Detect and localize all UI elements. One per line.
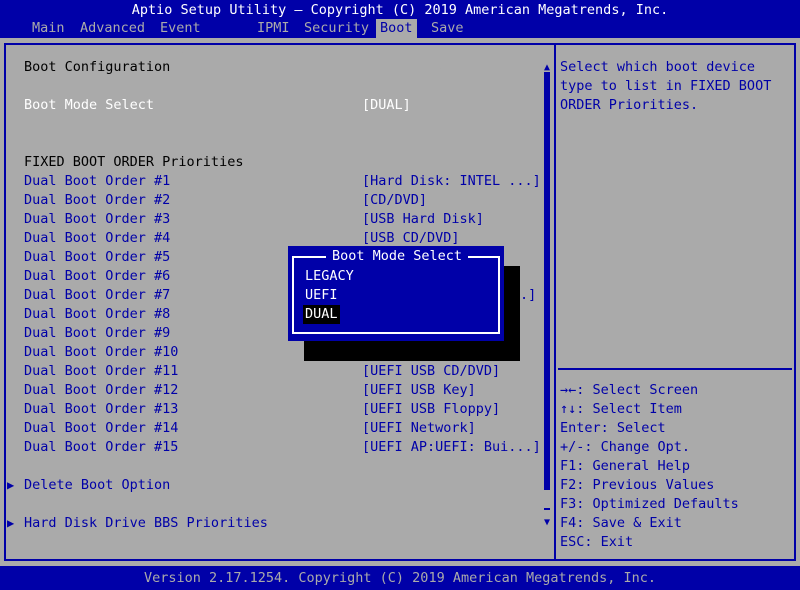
key-hint-f2: F2: Previous Values	[560, 477, 715, 493]
boot-order-12-value[interactable]: [UEFI USB Key]	[362, 381, 476, 400]
boot-order-2-label[interactable]: Dual Boot Order #2	[24, 191, 170, 210]
submenu-arrow-icon: ▶	[7, 516, 15, 530]
boot-order-11-value[interactable]: [UEFI USB CD/DVD]	[362, 362, 500, 381]
boot-order-6-label[interactable]: Dual Boot Order #6	[24, 267, 170, 286]
popup-option-uefi[interactable]: UEFI	[303, 286, 340, 305]
app-title: Aptio Setup Utility – Copyright (C) 2019…	[131, 2, 669, 18]
help-divider	[558, 368, 792, 370]
boot-order-7-value[interactable]: .]	[520, 286, 536, 305]
tab-event-logs[interactable]: Event Logs	[156, 19, 205, 55]
help-text-line: type to list in FIXED BOOT	[560, 78, 772, 94]
popup-option-dual[interactable]: DUAL	[303, 305, 340, 324]
popup-option-legacy[interactable]: LEGACY	[303, 267, 356, 286]
scrollbar-thumb[interactable]	[544, 490, 550, 508]
boot-mode-popup: Boot Mode Select LEGACY UEFI DUAL	[288, 246, 504, 341]
key-hint-esc: ESC: Exit	[560, 534, 634, 550]
fixed-boot-order-heading: FIXED BOOT ORDER Priorities	[24, 154, 244, 170]
footer-bar: Version 2.17.1254. Copyright (C) 2019 Am…	[0, 566, 800, 590]
boot-order-15-value[interactable]: [UEFI AP:UEFI: Bui...]	[362, 438, 541, 457]
boot-order-5-label[interactable]: Dual Boot Order #5	[24, 248, 170, 267]
boot-mode-value[interactable]: [DUAL]	[362, 96, 411, 115]
boot-order-13-label[interactable]: Dual Boot Order #13	[24, 400, 178, 419]
scroll-down-arrow-icon[interactable]: ▼	[541, 513, 553, 532]
boot-order-14-value[interactable]: [UEFI Network]	[362, 419, 476, 438]
header-bar: Aptio Setup Utility – Copyright (C) 2019…	[0, 0, 800, 74]
help-text-line: ORDER Priorities.	[560, 97, 699, 113]
scrollbar-track[interactable]	[544, 72, 550, 510]
boot-order-11-label[interactable]: Dual Boot Order #11	[24, 362, 178, 381]
key-hint-f1: F1: General Help	[560, 458, 691, 474]
key-hint-select-screen: →←: Select Screen	[560, 382, 699, 398]
boot-order-8-label[interactable]: Dual Boot Order #8	[24, 305, 170, 324]
key-hint-select-item: ↑↓: Select Item	[560, 401, 682, 417]
boot-order-13-value[interactable]: [UEFI USB Floppy]	[362, 400, 500, 419]
boot-order-1-value[interactable]: [Hard Disk: INTEL ...]	[362, 172, 541, 191]
help-text-line: Select which boot device	[560, 59, 756, 75]
hdd-bbs-priorities-link[interactable]: Hard Disk Drive BBS Priorities	[24, 514, 268, 533]
tab-security[interactable]: Security	[300, 19, 373, 38]
tab-save-exit[interactable]: Save & Exit	[427, 19, 468, 74]
boot-order-9-label[interactable]: Dual Boot Order #9	[24, 324, 170, 343]
boot-order-15-label[interactable]: Dual Boot Order #15	[24, 438, 178, 457]
key-hint-f3: F3: Optimized Defaults	[560, 496, 739, 512]
footer-version-text: Version 2.17.1254. Copyright (C) 2019 Am…	[143, 570, 657, 586]
boot-order-1-label[interactable]: Dual Boot Order #1	[24, 172, 170, 191]
key-hint-f4: F4: Save & Exit	[560, 515, 682, 531]
boot-order-7-label[interactable]: Dual Boot Order #7	[24, 286, 170, 305]
boot-order-10-label[interactable]: Dual Boot Order #10	[24, 343, 178, 362]
key-hint-enter: Enter: Select	[560, 420, 666, 436]
tab-boot[interactable]: Boot	[376, 19, 417, 38]
tab-ipmi[interactable]: IPMI	[253, 19, 294, 38]
tab-main[interactable]: Main	[28, 19, 69, 38]
boot-order-2-value[interactable]: [CD/DVD]	[362, 191, 427, 210]
popup-title: Boot Mode Select	[326, 247, 469, 266]
boot-order-12-label[interactable]: Dual Boot Order #12	[24, 381, 178, 400]
boot-mode-label[interactable]: Boot Mode Select	[24, 96, 154, 115]
section-title: Boot Configuration	[24, 59, 171, 75]
boot-order-3-label[interactable]: Dual Boot Order #3	[24, 210, 170, 229]
tab-advanced[interactable]: Advanced	[76, 19, 149, 38]
submenu-arrow-icon: ▶	[7, 478, 15, 492]
boot-order-14-label[interactable]: Dual Boot Order #14	[24, 419, 178, 438]
boot-order-3-value[interactable]: [USB Hard Disk]	[362, 210, 484, 229]
key-hint-change-opt: +/-: Change Opt.	[560, 439, 691, 455]
boot-order-4-label[interactable]: Dual Boot Order #4	[24, 229, 170, 248]
delete-boot-option-link[interactable]: Delete Boot Option	[24, 476, 170, 495]
